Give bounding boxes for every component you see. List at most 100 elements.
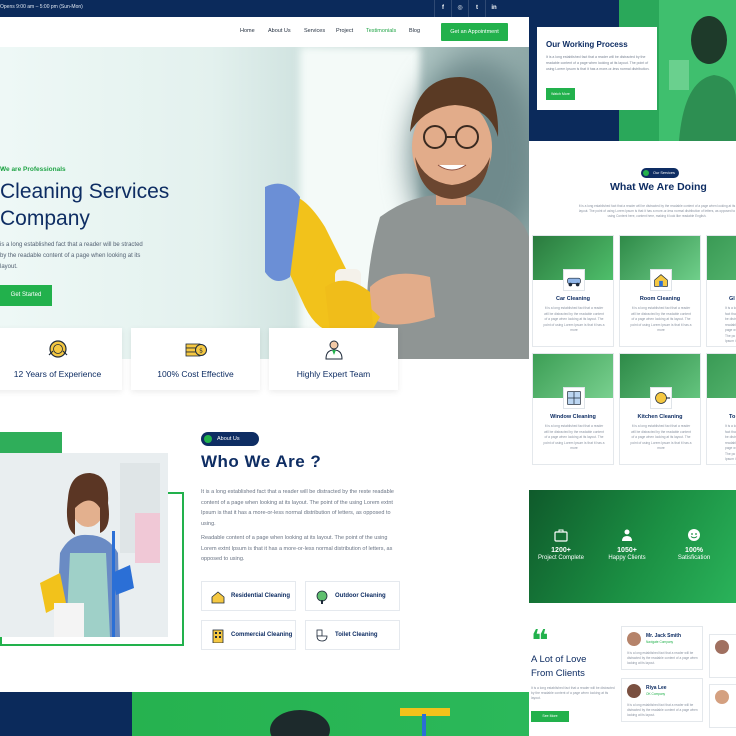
user-icon <box>204 435 212 443</box>
nav-home[interactable]: Home <box>240 28 255 34</box>
service-chip-commercial[interactable]: Commercial Cleaning <box>201 620 296 650</box>
testimonials-description: It is a long established fact that a rea… <box>531 686 615 701</box>
about-image-collage <box>0 432 186 646</box>
feature-card-cost: $ 100% Cost Effective <box>131 328 260 390</box>
process-card: Our Working Process It is a long establi… <box>537 27 657 110</box>
service-card-desc: It is a lo fact tha be distr readabl pag… <box>725 306 736 343</box>
testimonial-card: Mr. Jack Smith Navigate Company It is a … <box>621 626 703 670</box>
feature-card-team: Highly Expert Team <box>269 328 398 390</box>
toilet-photo <box>707 354 736 398</box>
service-card-window[interactable]: Window Cleaning It is a long established… <box>532 353 614 465</box>
cleaner-man-image <box>265 77 529 359</box>
next-section-preview <box>0 692 529 736</box>
nav-about-us[interactable]: About Us <box>268 28 291 34</box>
about-paragraph-2: Readable content of a page when looking … <box>201 535 393 562</box>
service-chip-label: Residential Cleaning <box>231 593 291 599</box>
top-info-bar: Opens 9:00 am – 5:00 pm (Sun-Mon) f ◎ t … <box>0 0 529 17</box>
stat-label: Happy Clients <box>608 555 646 561</box>
avatar <box>715 690 729 704</box>
stat-number: 1200+ <box>551 547 571 554</box>
testimonials-title-line1: A Lot of Love <box>531 654 587 665</box>
testimonials-title-line2: From Clients <box>531 668 585 679</box>
linkedin-icon[interactable]: in <box>485 0 502 17</box>
cleaner-preview-image <box>270 708 450 736</box>
service-chip-toilet[interactable]: Toilet Cleaning <box>305 620 400 650</box>
cleaner-photo <box>659 0 736 141</box>
service-card-title: Gl <box>729 296 735 302</box>
service-card-title: Car Cleaning <box>556 296 590 302</box>
instagram-icon[interactable]: ◎ <box>451 0 468 17</box>
svg-text:$: $ <box>199 348 203 355</box>
team-icon <box>324 340 343 360</box>
car-icon <box>563 269 585 291</box>
service-card-car[interactable]: Car Cleaning It is a long established fa… <box>532 235 614 347</box>
hero-tagline: We are Professionals <box>0 166 66 173</box>
badge-icon <box>643 170 649 176</box>
service-chip-residential[interactable]: Residential Cleaning <box>201 581 296 611</box>
testimonial-company: Navigate Company <box>646 640 674 644</box>
stats-section: 1200+ Project Complete 1050+ Happy Clien… <box>529 490 736 603</box>
twitter-icon[interactable]: t <box>468 0 485 17</box>
our-services-badge: Our Services <box>641 168 679 178</box>
cleaning-woman-image <box>0 453 168 637</box>
testimonial-quote: It is a long established fact that a rea… <box>627 703 698 717</box>
toilet-icon <box>316 629 328 642</box>
hero-description: is a long established fact that a reader… <box>0 242 143 270</box>
testimonial-card-partial <box>709 634 736 678</box>
service-card-kitchen[interactable]: Kitchen Cleaning It is a long establishe… <box>619 353 701 465</box>
services-title: What We Are Doing <box>610 181 707 193</box>
tree-icon <box>316 590 328 604</box>
service-chip-outdoor[interactable]: Outdoor Cleaning <box>305 581 400 611</box>
feature-label: 100% Cost Effective <box>157 369 234 379</box>
service-card-desc: It is a long established fact that a rea… <box>543 306 605 332</box>
testimonial-quote: It is a long established fact that a rea… <box>627 651 698 665</box>
opening-hours-text: Opens 9:00 am – 5:00 pm (Sun-Mon) <box>0 4 83 10</box>
appointment-button[interactable]: Get an Appointment <box>441 23 508 41</box>
badge-label: Our Services <box>653 171 675 175</box>
hero-section: We are Professionals ✓ Cleaning Services… <box>0 47 529 359</box>
hero-title-line1: Cleaning Services <box>0 180 170 203</box>
get-started-button[interactable]: Get Started <box>0 285 52 306</box>
kitchen-icon <box>650 387 672 409</box>
about-title: Who We Are ? <box>201 452 322 471</box>
avatar <box>627 632 641 646</box>
users-icon <box>622 529 632 541</box>
stat-satisfaction: 100% Satisfication <box>664 528 724 561</box>
money-icon: $ <box>185 343 207 357</box>
service-card-desc: It is a lo fact tha be distr readabl pag… <box>725 424 736 461</box>
service-card-desc: It is a long established fact that a rea… <box>543 424 605 450</box>
testimonial-company: OK Company <box>646 692 666 696</box>
nav-project[interactable]: Project <box>336 28 353 34</box>
service-card-glass[interactable]: Gl It is a lo fact tha be distr readabl … <box>706 235 736 347</box>
avatar <box>715 640 729 654</box>
service-card-title: Kitchen Cleaning <box>637 414 683 420</box>
service-card-desc: It is a long established fact that a rea… <box>630 424 692 450</box>
testimonial-name: Riya Lee <box>646 685 667 691</box>
process-description: It is a long established fact that a rea… <box>546 55 650 71</box>
facebook-icon[interactable]: f <box>434 0 451 17</box>
service-card-desc: It is a long established fact that a rea… <box>630 306 692 332</box>
house-icon <box>211 591 225 604</box>
smiley-icon <box>688 529 700 541</box>
watch-more-button[interactable]: Watch More <box>546 88 575 100</box>
service-card-room[interactable]: Room Cleaning It is a long established f… <box>619 235 701 347</box>
service-card-title: To <box>729 414 736 420</box>
stat-number: 1050+ <box>617 547 637 554</box>
room-icon <box>650 269 672 291</box>
main-page-mockup: Opens 9:00 am – 5:00 pm (Sun-Mon) f ◎ t … <box>0 0 529 736</box>
secondary-page-mockup: Our Working Process It is a long establi… <box>529 0 736 736</box>
nav-testimonials[interactable]: Testimonials <box>366 28 396 34</box>
see-more-button[interactable]: See More <box>531 711 569 722</box>
testimonial-card: Riya Lee OK Company It is a long establi… <box>621 678 703 722</box>
process-title: Our Working Process <box>546 40 628 49</box>
nav-services[interactable]: Services <box>304 28 325 34</box>
stat-label: Project Complete <box>537 555 585 561</box>
service-chip-label: Toilet Cleaning <box>335 632 378 638</box>
badge-label: About Us <box>217 436 240 442</box>
service-card-toilet[interactable]: To It is a lo fact tha be distr readabl … <box>706 353 736 465</box>
quote-icon: ❝ <box>531 625 549 658</box>
glass-photo <box>707 236 736 280</box>
avatar <box>627 684 641 698</box>
nav-blog[interactable]: Blog <box>409 28 420 34</box>
working-process-section: Our Working Process It is a long establi… <box>529 0 736 141</box>
